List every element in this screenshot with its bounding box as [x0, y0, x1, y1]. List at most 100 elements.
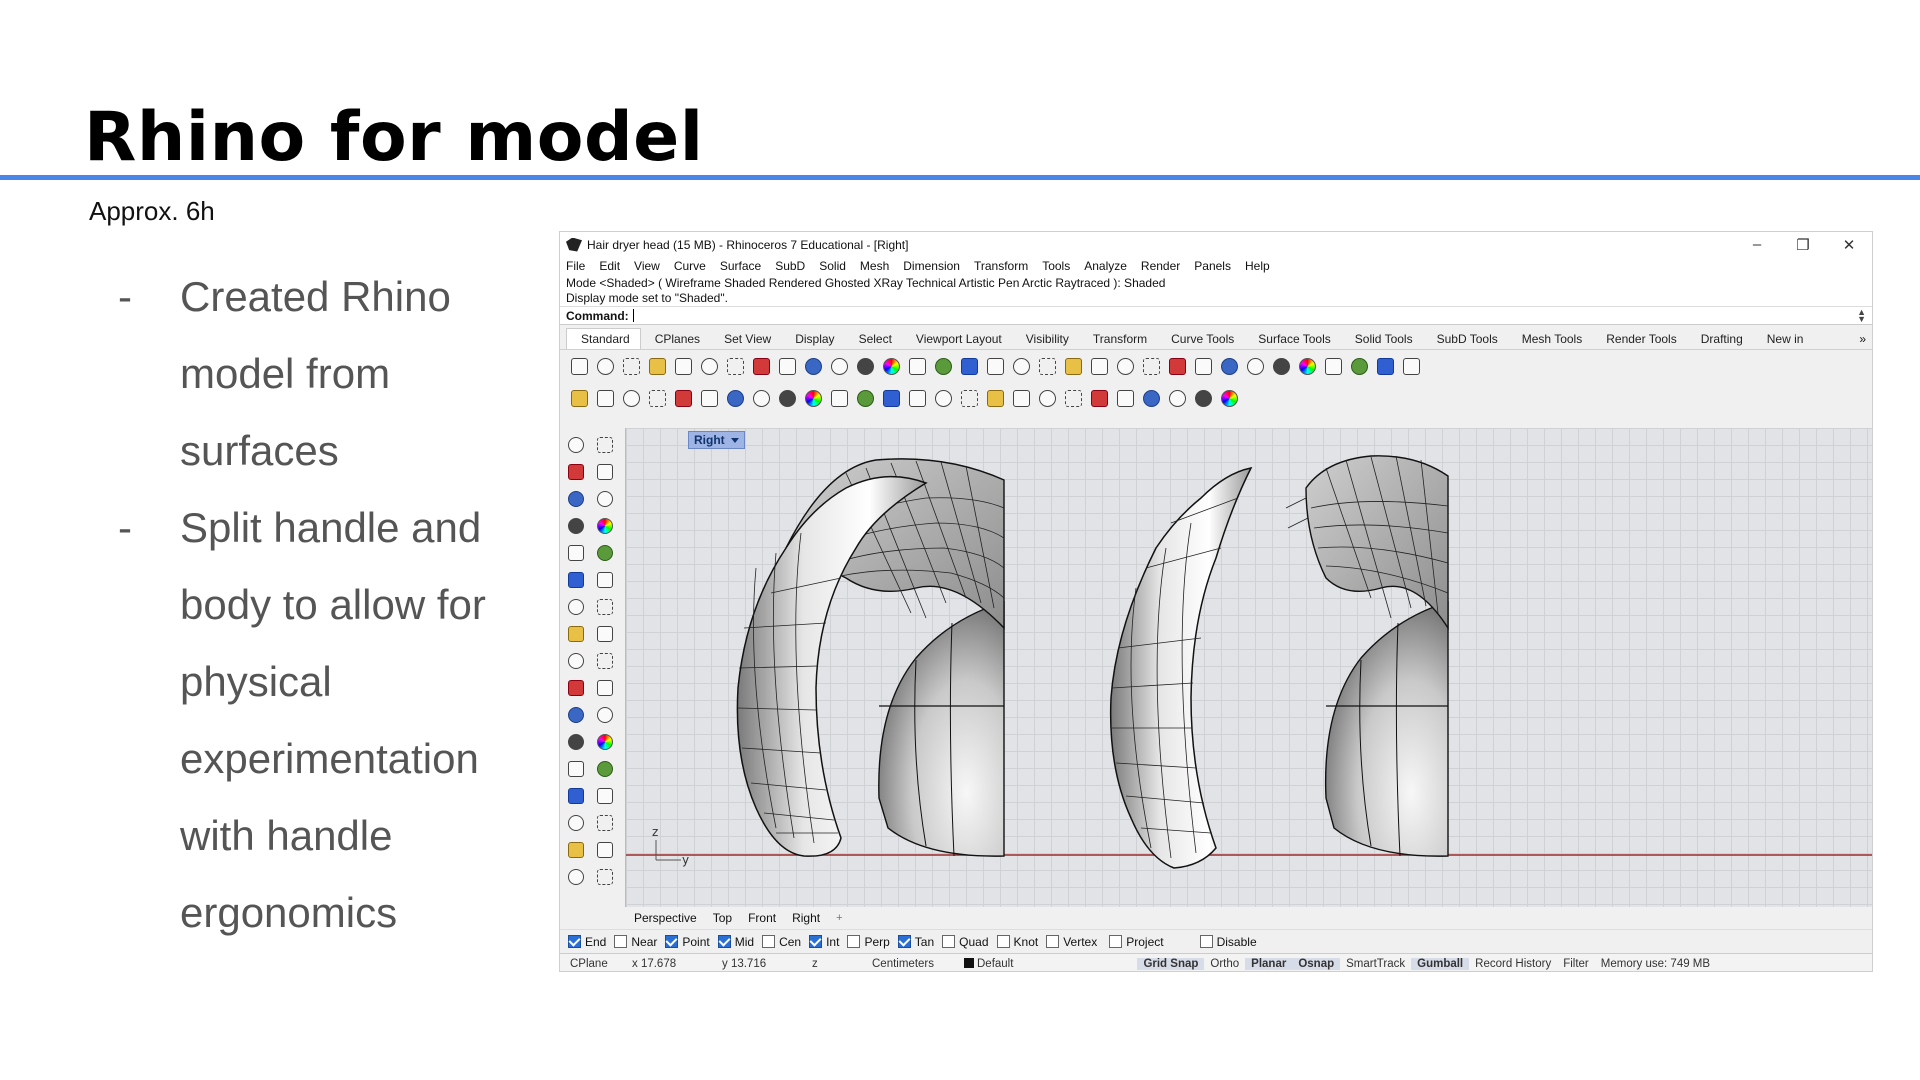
osnap-tan[interactable]: Tan — [897, 935, 934, 949]
osnap-int[interactable]: Int — [809, 935, 839, 949]
polygon-icon[interactable] — [564, 542, 588, 564]
tab-viewport-layout[interactable]: Viewport Layout — [902, 329, 1012, 349]
viewport-title-right[interactable]: Right — [688, 431, 745, 449]
menu-solid[interactable]: Solid — [819, 259, 846, 273]
planar-toggle[interactable]: Planar — [1245, 957, 1293, 970]
block-icon[interactable] — [564, 785, 588, 807]
checkbox[interactable] — [847, 935, 861, 948]
pan-icon[interactable] — [802, 355, 824, 377]
osnap-near[interactable]: Near — [614, 935, 657, 949]
menu-panels[interactable]: Panels — [1194, 259, 1231, 273]
checkbox[interactable] — [996, 935, 1010, 948]
array-icon[interactable] — [593, 704, 617, 726]
osnap-end[interactable]: End — [568, 935, 606, 949]
tab-render-tools[interactable]: Render Tools — [1592, 329, 1687, 349]
arc-icon[interactable] — [564, 515, 588, 537]
tab-subd-tools[interactable]: SubD Tools — [1423, 329, 1508, 349]
text-icon[interactable] — [854, 387, 876, 409]
zoom-icon[interactable] — [854, 355, 876, 377]
tab-curve-tools[interactable]: Curve Tools — [1157, 329, 1244, 349]
import-icon[interactable] — [672, 355, 694, 377]
tab-drafting[interactable]: Drafting — [1687, 329, 1753, 349]
rectangle-icon[interactable] — [620, 387, 642, 409]
checkbox[interactable] — [665, 935, 679, 948]
smarttrack-toggle[interactable]: SmartTrack — [1340, 958, 1411, 970]
color-wheel-icon[interactable] — [1192, 355, 1214, 377]
globe-icon[interactable] — [1374, 355, 1396, 377]
print-icon[interactable] — [646, 355, 668, 377]
menu-edit[interactable]: Edit — [599, 259, 620, 273]
polyline-icon[interactable] — [594, 387, 616, 409]
polyline-icon[interactable] — [564, 461, 588, 483]
tab-set-view[interactable]: Set View — [710, 329, 781, 349]
options-icon[interactable] — [1322, 355, 1344, 377]
tab-standard[interactable]: Standard — [566, 328, 641, 349]
text-icon[interactable] — [828, 387, 850, 409]
rotate-view-icon[interactable] — [828, 355, 850, 377]
car-icon[interactable] — [1010, 355, 1032, 377]
points-icon[interactable] — [1088, 355, 1110, 377]
scale-icon[interactable] — [593, 731, 617, 753]
minimize-button[interactable]: – — [1734, 236, 1780, 253]
checkbox[interactable] — [717, 935, 731, 948]
filter-button[interactable]: Filter — [1557, 958, 1595, 970]
gumball-icon[interactable] — [593, 839, 617, 861]
tab-surface-tools[interactable]: Surface Tools — [1244, 329, 1341, 349]
menu-mesh[interactable]: Mesh — [860, 259, 889, 273]
status-units[interactable]: Centimeters — [866, 958, 958, 970]
tab-display[interactable]: Display — [781, 329, 844, 349]
patch-icon[interactable] — [593, 569, 617, 591]
viewport-right[interactable]: z y Right — [625, 428, 1872, 907]
menu-tools[interactable]: Tools — [1042, 259, 1070, 273]
tab-select[interactable]: Select — [845, 329, 902, 349]
measure-icon[interactable] — [593, 812, 617, 834]
menu-curve[interactable]: Curve — [674, 259, 706, 273]
new-file-icon[interactable] — [568, 355, 590, 377]
cut-icon[interactable] — [698, 355, 720, 377]
status-cplane[interactable]: CPlane — [564, 958, 626, 970]
render-sphere-icon[interactable] — [1244, 355, 1266, 377]
snap-icon[interactable] — [1348, 355, 1370, 377]
grid-array-icon[interactable] — [564, 839, 588, 861]
check-icon[interactable] — [1036, 387, 1058, 409]
ellipse-icon[interactable] — [593, 488, 617, 510]
open-icon[interactable] — [594, 355, 616, 377]
checkbox[interactable] — [1046, 935, 1060, 948]
checkbox[interactable] — [897, 935, 911, 948]
zoom-extents-icon[interactable] — [906, 355, 928, 377]
close-button[interactable]: ✕ — [1826, 236, 1872, 254]
arc-icon[interactable] — [646, 387, 668, 409]
dimension-icon[interactable] — [593, 758, 617, 780]
gumball-toggle[interactable]: Gumball — [1411, 957, 1470, 970]
tab-solid-tools[interactable]: Solid Tools — [1341, 329, 1423, 349]
environment-icon[interactable] — [1270, 355, 1292, 377]
copy-icon[interactable] — [724, 355, 746, 377]
cloud-icon[interactable] — [958, 387, 980, 409]
checkbox[interactable] — [942, 935, 956, 948]
add-viewport-tab-icon[interactable]: + — [836, 912, 842, 924]
status-layer[interactable]: Default — [958, 957, 1019, 970]
menu-view[interactable]: View — [634, 259, 660, 273]
menu-help[interactable]: Help — [1245, 259, 1270, 273]
sphere-icon[interactable] — [593, 596, 617, 618]
box-icon[interactable] — [564, 596, 588, 618]
extrude-icon[interactable] — [593, 623, 617, 645]
command-scroll-arrows-icon[interactable]: ▲ ▼ — [1857, 307, 1866, 323]
chevron-down-icon[interactable] — [730, 437, 739, 443]
osnap-cen[interactable]: Cen — [762, 935, 801, 949]
osnap-toggle[interactable]: Osnap — [1292, 957, 1341, 970]
pick-icon[interactable] — [698, 387, 720, 409]
shield-icon[interactable] — [802, 387, 824, 409]
tab-top[interactable]: Top — [713, 911, 732, 925]
grid-icon[interactable] — [1062, 355, 1084, 377]
osnap-vertex[interactable]: Vertex — [1046, 935, 1097, 949]
zoom-selected-icon[interactable] — [932, 355, 954, 377]
tab-right[interactable]: Right — [792, 911, 820, 925]
shade-icon[interactable] — [1036, 355, 1058, 377]
curve-icon[interactable] — [593, 461, 617, 483]
rotate-icon[interactable] — [1166, 387, 1188, 409]
group-icon[interactable] — [564, 704, 588, 726]
osnap-project[interactable]: Project — [1109, 935, 1164, 949]
menu-render[interactable]: Render — [1141, 259, 1180, 273]
block-icon[interactable] — [1010, 387, 1032, 409]
